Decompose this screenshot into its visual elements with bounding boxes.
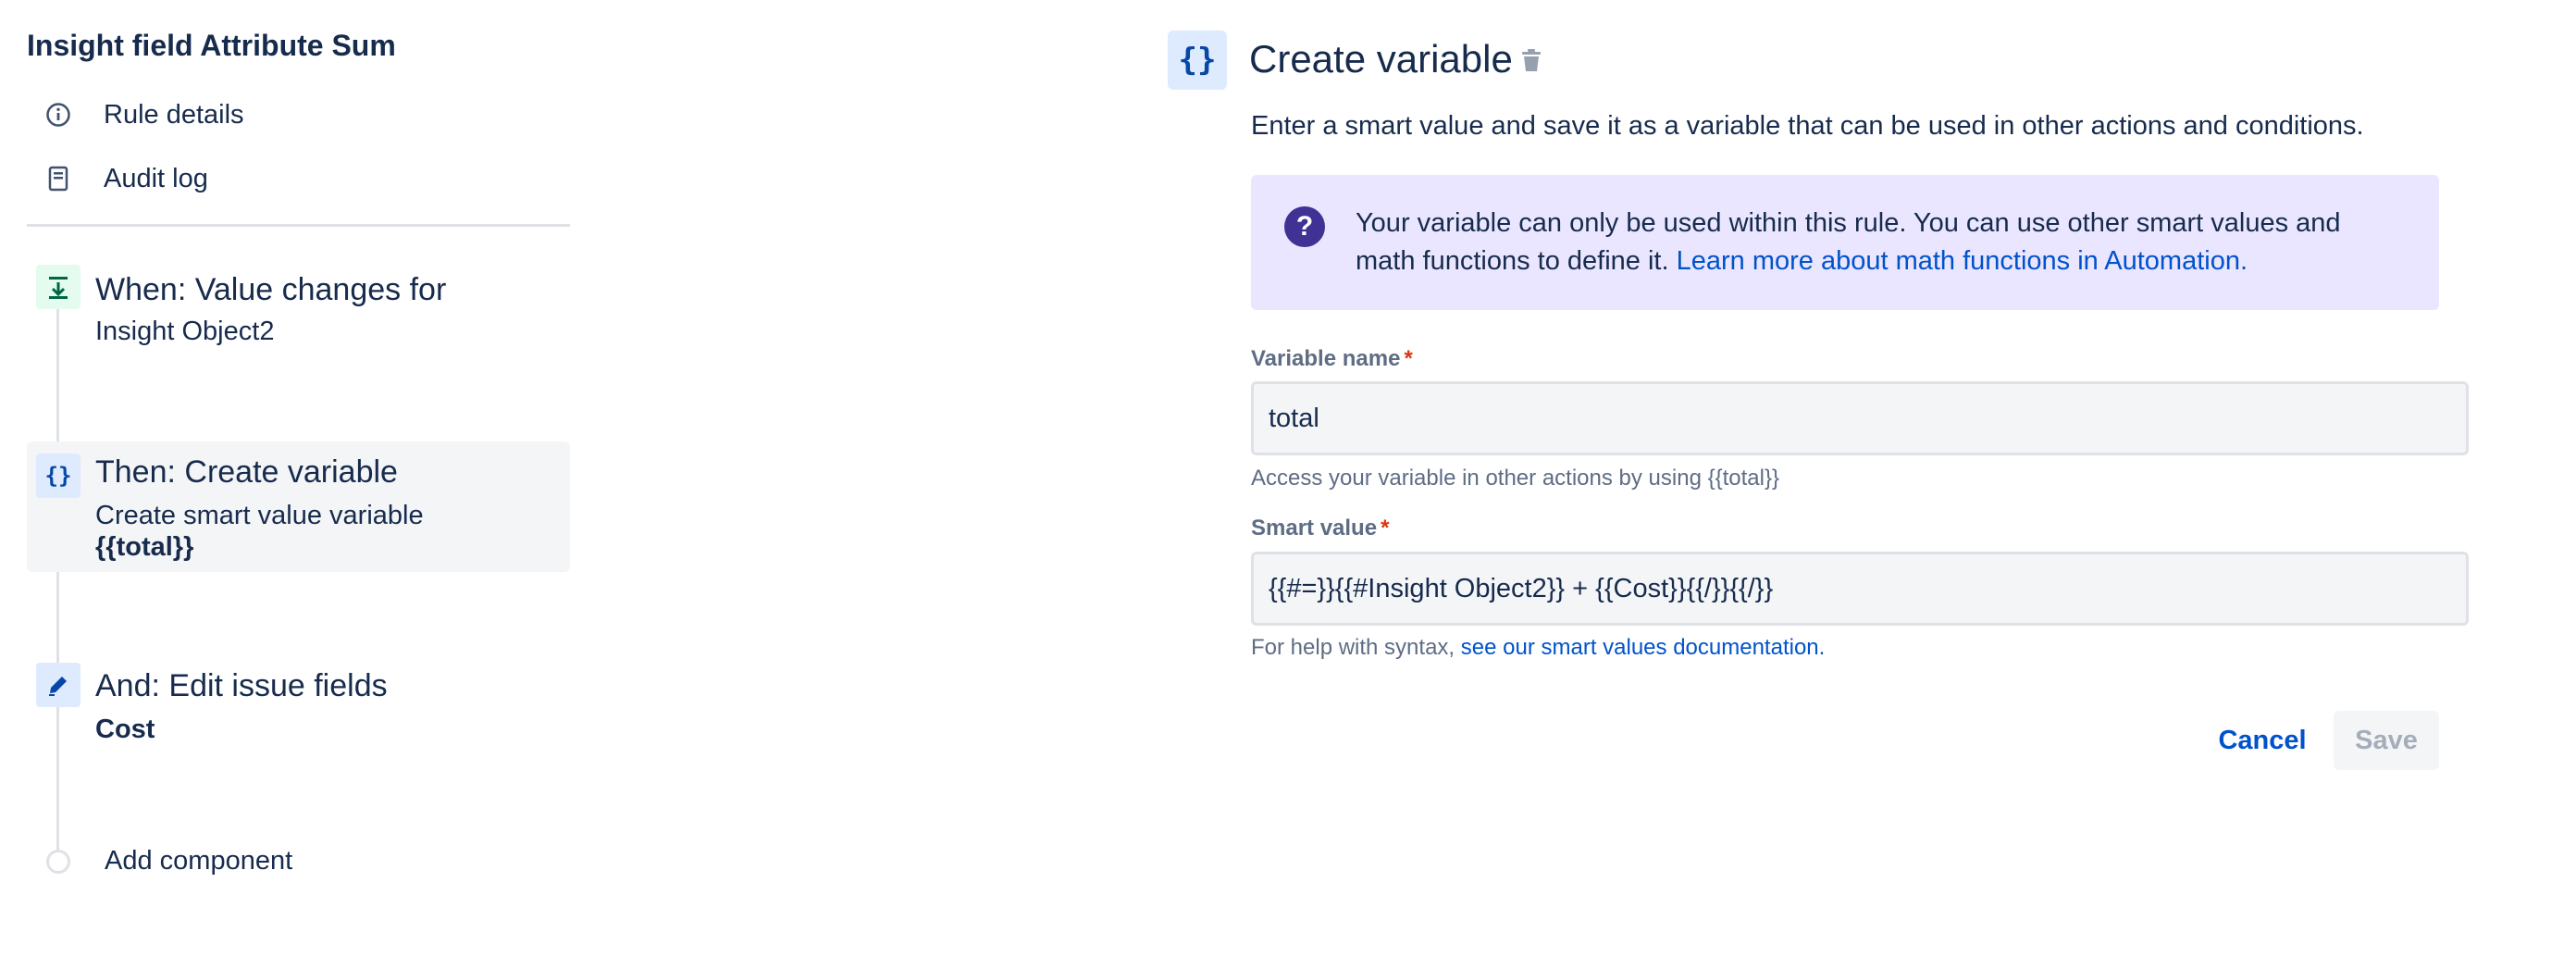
trigger-icon xyxy=(36,265,80,309)
nav-audit-log-label: Audit log xyxy=(104,163,208,193)
add-component-node xyxy=(46,849,70,874)
panel-title: Create variable xyxy=(1249,37,1513,81)
trash-icon[interactable] xyxy=(1517,46,1545,74)
step-trigger-sub: Insight Object2 xyxy=(95,317,275,346)
timeline-line xyxy=(56,305,59,861)
info-icon xyxy=(43,99,74,130)
variable-name-help: Access your variable in other actions by… xyxy=(1251,466,1780,491)
pencil-icon xyxy=(36,663,80,707)
document-icon xyxy=(43,163,74,194)
smart-value-input[interactable] xyxy=(1251,552,2469,626)
sidebar-divider xyxy=(27,224,570,227)
step-edit-title: And: Edit issue fields xyxy=(95,668,388,703)
variable-name-label: Variable name * xyxy=(1251,346,1413,372)
math-functions-link[interactable]: Learn more about math functions in Autom… xyxy=(1677,246,2248,276)
variable-name-input[interactable] xyxy=(1251,381,2469,455)
smart-value-help-text: For help with syntax, xyxy=(1251,635,1455,660)
nav-rule-details[interactable]: Rule details xyxy=(43,94,244,135)
info-message-text: Your variable can only be used within th… xyxy=(1356,205,2392,280)
add-component-label: Add component xyxy=(105,846,293,876)
question-icon: ? xyxy=(1284,206,1325,247)
braces-icon: {} xyxy=(1168,31,1227,90)
step-trigger-title: When: Value changes for xyxy=(95,272,447,307)
step-create-variable-sub: Create smart value variable xyxy=(95,501,424,530)
required-marker: * xyxy=(1404,346,1413,371)
info-message: ? Your variable can only be used within … xyxy=(1251,175,2439,310)
smart-value-label: Smart value * xyxy=(1251,516,1389,541)
smart-values-docs-link[interactable]: see our smart values documentation. xyxy=(1461,635,1826,660)
smart-value-help: For help with syntax, see our smart valu… xyxy=(1251,635,1825,661)
variable-name-label-text: Variable name xyxy=(1251,346,1401,371)
panel-description: Enter a smart value and save it as a var… xyxy=(1251,111,2364,141)
step-create-variable-value: {{total}} xyxy=(95,532,194,562)
nav-rule-details-label: Rule details xyxy=(104,99,244,130)
step-create-variable-title: Then: Create variable xyxy=(95,454,398,490)
rule-title: Insight field Attribute Sum xyxy=(27,29,396,62)
braces-icon: {} xyxy=(36,454,80,498)
step-edit-issue-fields[interactable]: And: Edit issue fields Cost xyxy=(27,663,570,755)
nav-audit-log[interactable]: Audit log xyxy=(43,158,208,199)
required-marker: * xyxy=(1381,516,1390,541)
smart-value-label-text: Smart value xyxy=(1251,516,1378,541)
step-trigger[interactable]: When: Value changes for Insight Object2 xyxy=(27,265,570,367)
step-edit-sub: Cost xyxy=(95,715,155,744)
cancel-button[interactable]: Cancel xyxy=(2208,711,2317,770)
step-create-variable[interactable]: {} Then: Create variable Create smart va… xyxy=(27,441,570,572)
save-button[interactable]: Save xyxy=(2334,711,2439,770)
add-component-button[interactable]: Add component xyxy=(46,846,292,876)
